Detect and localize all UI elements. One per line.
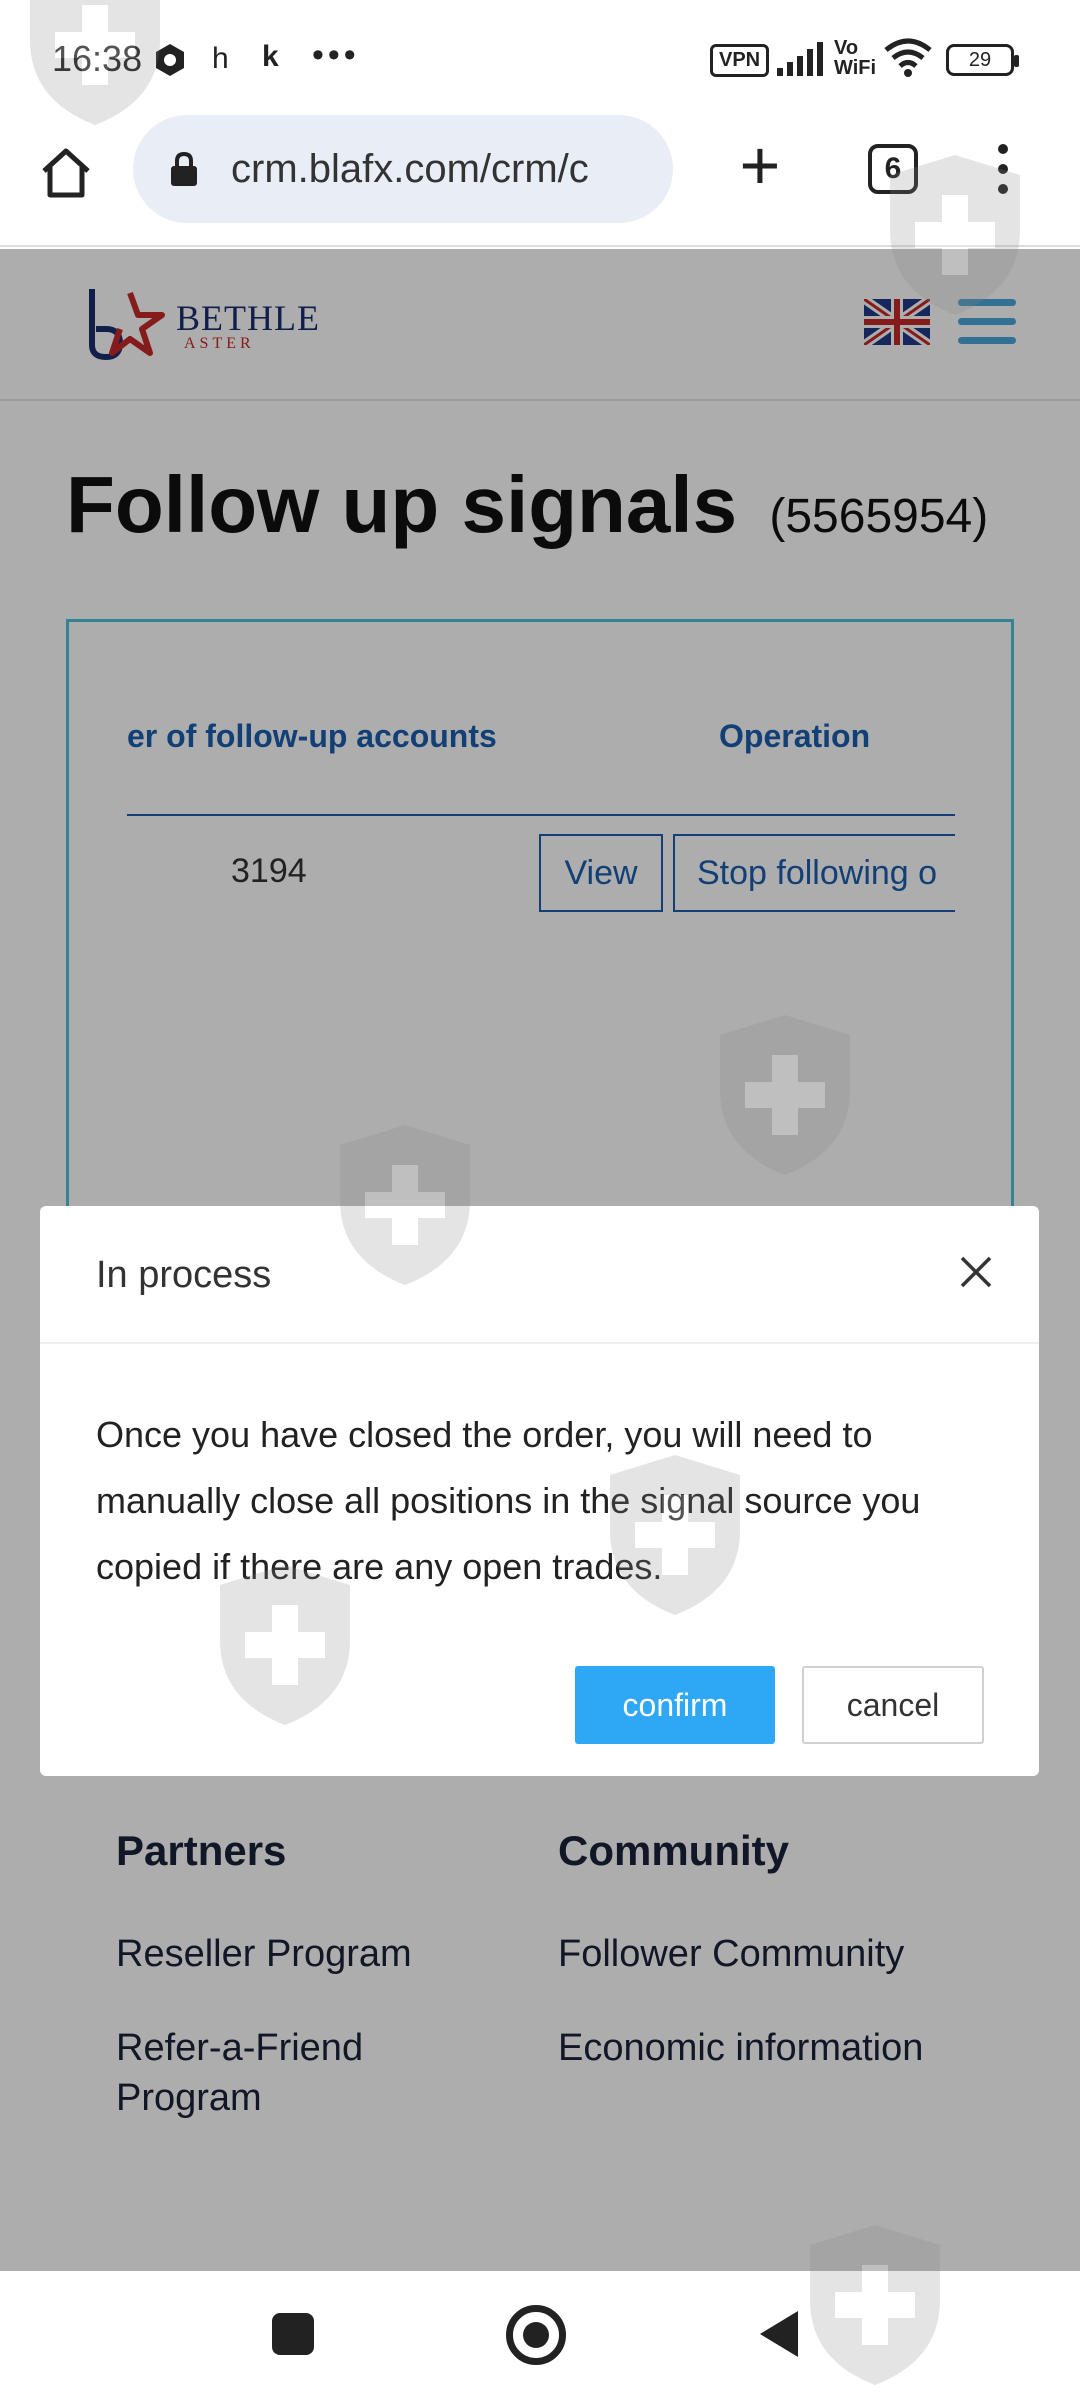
notification-h: h bbox=[212, 42, 229, 75]
vpn-badge: VPN bbox=[710, 44, 770, 77]
browser-toolbar: crm.blafx.com/crm/c + 6 bbox=[0, 115, 1080, 247]
signal-icon bbox=[777, 42, 823, 76]
home-icon[interactable] bbox=[36, 143, 96, 203]
wifi-icon bbox=[884, 38, 932, 77]
confirm-button[interactable]: confirm bbox=[575, 1666, 775, 1744]
cancel-button[interactable]: cancel bbox=[802, 1666, 984, 1744]
recents-icon[interactable] bbox=[272, 2313, 314, 2355]
dialog-header: In process bbox=[40, 1206, 1039, 1344]
overflow-menu-icon[interactable] bbox=[988, 141, 1018, 197]
confirm-dialog: In process Once you have closed the orde… bbox=[40, 1206, 1039, 1776]
lock-icon bbox=[171, 151, 197, 186]
address-bar[interactable]: crm.blafx.com/crm/c bbox=[133, 115, 673, 223]
notification-k: k bbox=[262, 40, 279, 73]
vowifi-label: Vo WiFi bbox=[834, 37, 877, 79]
url-text: crm.blafx.com/crm/c bbox=[231, 147, 589, 191]
system-nav-bar bbox=[0, 2271, 1080, 2400]
back-icon[interactable] bbox=[760, 2311, 798, 2357]
close-icon[interactable] bbox=[956, 1252, 996, 1292]
new-tab-button[interactable]: + bbox=[730, 130, 790, 200]
home-nav-icon[interactable] bbox=[506, 2305, 566, 2365]
status-time: 16:38 bbox=[52, 38, 143, 79]
status-bar: 16:38 h k ••• VPN Vo WiFi 29 bbox=[0, 0, 1080, 115]
battery-icon: 29 bbox=[946, 44, 1019, 76]
dialog-message: Once you have closed the order, you will… bbox=[96, 1414, 921, 1587]
tab-switcher-button[interactable]: 6 bbox=[868, 144, 918, 194]
shield-icon bbox=[156, 44, 184, 76]
more-notifications-icon: ••• bbox=[312, 36, 360, 74]
dialog-title: In process bbox=[96, 1254, 272, 1296]
